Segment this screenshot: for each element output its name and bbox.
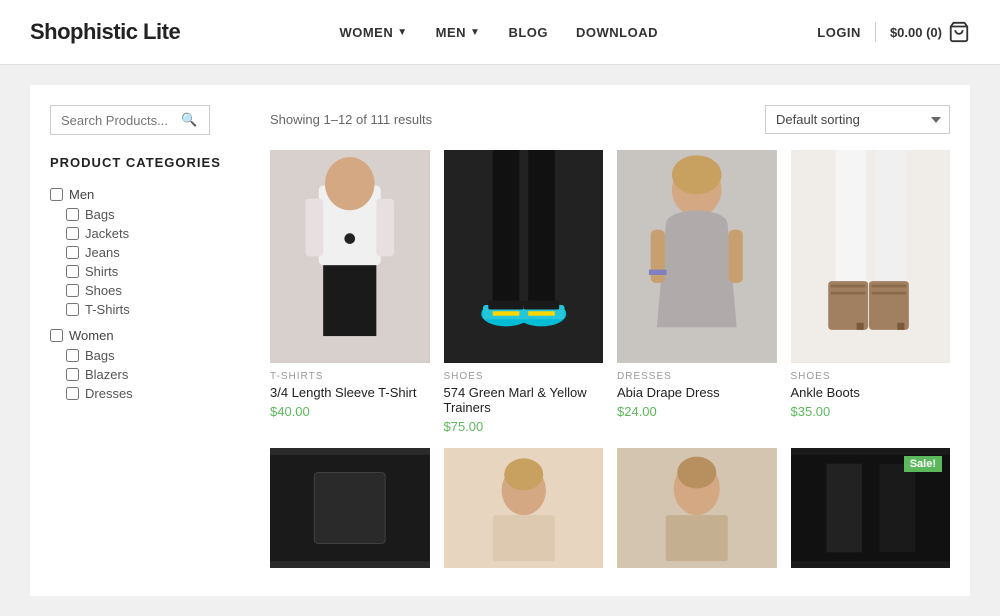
- subcat-bags[interactable]: Bags: [66, 205, 250, 224]
- category-men: Men Bags Jackets Jeans Shirts Shoes T-Sh…: [50, 184, 250, 319]
- cart-icon: [948, 21, 970, 43]
- subcat-dresses[interactable]: Dresses: [66, 384, 250, 403]
- product-tag: SHOES: [791, 371, 951, 382]
- subcat-shoes[interactable]: Shoes: [66, 281, 250, 300]
- search-input[interactable]: [61, 113, 181, 128]
- nav-women[interactable]: WOMEN ▼: [327, 17, 419, 48]
- subcat-jackets[interactable]: Jackets: [66, 224, 250, 243]
- header: Shophistic Lite WOMEN ▼ MEN ▼ BLOG DOWNL…: [0, 0, 1000, 65]
- product-grid: T-SHIRTS 3/4 Length Sleeve T-Shirt $40.0…: [270, 150, 950, 576]
- results-count: Showing 1–12 of 111 results: [270, 112, 432, 127]
- product-price: $75.00: [444, 419, 604, 434]
- product-price: $40.00: [270, 404, 430, 419]
- category-men-checkbox[interactable]: [50, 188, 63, 201]
- category-women-checkbox[interactable]: [50, 329, 63, 342]
- product-price: $24.00: [617, 404, 777, 419]
- product-card[interactable]: T-SHIRTS 3/4 Length Sleeve T-Shirt $40.0…: [270, 150, 430, 434]
- product-name: Abia Drape Dress: [617, 385, 777, 400]
- category-men-label[interactable]: Men: [50, 184, 250, 205]
- product-image: [791, 150, 951, 363]
- chevron-down-icon: ▼: [397, 27, 407, 38]
- chevron-down-icon: ▼: [470, 27, 480, 38]
- product-image: [270, 448, 430, 568]
- product-card[interactable]: [617, 448, 777, 576]
- vertical-divider: [875, 22, 876, 42]
- product-tag: SHOES: [444, 371, 604, 382]
- main-wrapper: 🔍 PRODUCT CATEGORIES Men Bags Jackets Je…: [0, 65, 1000, 616]
- sort-select[interactable]: Default sorting Sort by popularity Sort …: [765, 105, 950, 134]
- men-subcategories: Bags Jackets Jeans Shirts Shoes T-Shirts: [66, 205, 250, 319]
- subcat-jeans[interactable]: Jeans: [66, 243, 250, 262]
- women-subcategories: Bags Blazers Dresses: [66, 346, 250, 403]
- product-image: [617, 150, 777, 363]
- product-card[interactable]: DRESSES Abia Drape Dress $24.00: [617, 150, 777, 434]
- subcat-blazers[interactable]: Blazers: [66, 365, 250, 384]
- cart-button[interactable]: $0.00 (0): [890, 21, 970, 43]
- product-image: [444, 150, 604, 363]
- product-card[interactable]: [444, 448, 604, 576]
- logo[interactable]: Shophistic Lite: [30, 19, 180, 45]
- search-box[interactable]: 🔍: [50, 105, 210, 135]
- main-content: Showing 1–12 of 111 results Default sort…: [270, 105, 950, 576]
- product-card[interactable]: Sale!: [791, 448, 951, 576]
- sort-bar: Showing 1–12 of 111 results Default sort…: [270, 105, 950, 134]
- product-card[interactable]: [270, 448, 430, 576]
- categories-title: PRODUCT CATEGORIES: [50, 155, 250, 170]
- product-name: 3/4 Length Sleeve T-Shirt: [270, 385, 430, 400]
- product-price: $35.00: [791, 404, 951, 419]
- product-image: [617, 448, 777, 568]
- product-card[interactable]: SHOES 574 Green Marl & Yellow Trainers $…: [444, 150, 604, 434]
- subcat-women-bags[interactable]: Bags: [66, 346, 250, 365]
- main-nav: WOMEN ▼ MEN ▼ BLOG DOWNLOAD: [327, 17, 670, 48]
- header-right: LOGIN $0.00 (0): [817, 21, 970, 43]
- product-name: Ankle Boots: [791, 385, 951, 400]
- product-tag: T-SHIRTS: [270, 371, 430, 382]
- nav-download[interactable]: DOWNLOAD: [564, 17, 670, 48]
- product-image: [444, 448, 604, 568]
- login-button[interactable]: LOGIN: [817, 25, 861, 40]
- sale-badge: Sale!: [904, 456, 942, 472]
- search-icon[interactable]: 🔍: [181, 112, 197, 128]
- content-area: 🔍 PRODUCT CATEGORIES Men Bags Jackets Je…: [30, 85, 970, 596]
- product-image: [270, 150, 430, 363]
- nav-men[interactable]: MEN ▼: [424, 17, 493, 48]
- product-card[interactable]: SHOES Ankle Boots $35.00: [791, 150, 951, 434]
- subcat-tshirts[interactable]: T-Shirts: [66, 300, 250, 319]
- nav-blog[interactable]: BLOG: [496, 17, 560, 48]
- product-tag: DRESSES: [617, 371, 777, 382]
- sidebar: 🔍 PRODUCT CATEGORIES Men Bags Jackets Je…: [50, 105, 250, 576]
- cart-amount: $0.00 (0): [890, 25, 942, 40]
- category-women-label[interactable]: Women: [50, 325, 250, 346]
- subcat-shirts[interactable]: Shirts: [66, 262, 250, 281]
- category-women: Women Bags Blazers Dresses: [50, 325, 250, 403]
- product-image: Sale!: [791, 448, 951, 568]
- product-name: 574 Green Marl & Yellow Trainers: [444, 385, 604, 415]
